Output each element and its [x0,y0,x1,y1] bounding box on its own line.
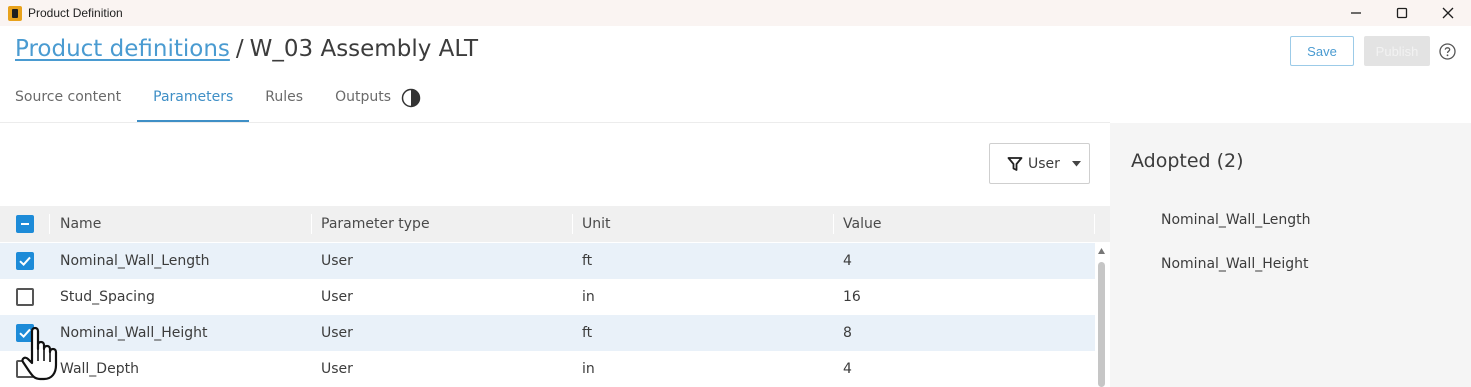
window-controls [1333,0,1471,26]
cell-unit: ft [582,325,593,341]
row-checkbox[interactable] [16,288,34,306]
publish-button[interactable]: Publish [1364,36,1430,66]
column-separator [311,214,312,234]
minimize-button[interactable] [1333,0,1379,26]
cell-unit: in [582,289,595,305]
breadcrumb-separator: / [235,36,244,62]
cell-value: 8 [843,325,852,341]
row-checkbox[interactable] [16,252,34,270]
save-button[interactable]: Save [1290,36,1354,66]
cell-parameter-type: User [321,325,353,341]
indeterminate-icon [21,223,29,225]
tab-source-content[interactable]: Source content [0,78,137,122]
cell-unit: in [582,361,595,377]
table-row[interactable]: Wall_Depth User in 4 [0,351,1095,387]
cell-name: Stud_Spacing [60,289,155,305]
tab-outputs-label: Outputs [335,89,391,105]
hand-pointer-cursor-icon [21,326,58,381]
cell-name: Wall_Depth [60,361,139,377]
scroll-up-arrow-icon[interactable] [1098,248,1105,254]
column-header-value[interactable]: Value [843,206,881,242]
filter-icon [1007,156,1023,171]
maximize-icon [1396,7,1408,19]
column-header-parameter-type[interactable]: Parameter type [321,206,430,242]
cell-parameter-type: User [321,361,353,377]
column-separator [572,214,573,234]
help-icon[interactable] [1439,43,1456,60]
cell-parameter-type: User [321,253,353,269]
adopted-title: Adopted (2) [1131,150,1244,172]
cell-parameter-type: User [321,289,353,305]
column-header-unit[interactable]: Unit [582,206,611,242]
column-separator [1094,214,1095,234]
cell-value: 4 [843,361,852,377]
chevron-down-icon [1071,160,1081,166]
table-header: Name Parameter type Unit Value [0,206,1110,242]
window-titlebar: Product Definition [0,0,1471,26]
filter-value: User [1028,155,1060,172]
maximize-button[interactable] [1379,0,1425,26]
table-row[interactable]: Nominal_Wall_Length User ft 4 [0,243,1095,279]
breadcrumb-link-product-definitions[interactable]: Product definitions [15,36,230,62]
cell-unit: ft [582,253,593,269]
window-title: Product Definition [28,6,123,20]
column-separator [833,214,834,234]
adopted-item[interactable]: Nominal_Wall_Height [1161,256,1309,272]
app-icon [8,5,22,21]
table-scrollbar[interactable] [1096,244,1107,387]
table-row[interactable]: Nominal_Wall_Height User ft 8 [0,315,1095,351]
cell-name: Nominal_Wall_Length [60,253,210,269]
filter-dropdown[interactable]: User [989,143,1090,184]
cell-name: Nominal_Wall_Height [60,325,208,341]
cell-value: 16 [843,289,861,305]
tab-bar: Source content Parameters Rules Outputs [0,78,437,122]
close-button[interactable] [1425,0,1471,26]
cell-value: 4 [843,253,852,269]
column-separator [49,214,50,234]
tab-rules[interactable]: Rules [249,78,319,122]
scrollbar-thumb[interactable] [1098,262,1105,387]
minimize-icon [1351,12,1361,14]
select-all-checkbox[interactable] [16,215,34,233]
page-title: W_03 Assembly ALT [249,36,479,62]
half-circle-status-icon [401,88,421,108]
adopted-item[interactable]: Nominal_Wall_Length [1161,212,1311,228]
breadcrumb: Product definitions / W_03 Assembly ALT [15,36,478,62]
tab-divider [0,122,1110,123]
tab-parameters[interactable]: Parameters [137,78,250,122]
tab-outputs[interactable]: Outputs [319,78,437,122]
adopted-panel: Adopted (2) Nominal_Wall_Length Nominal_… [1110,123,1471,387]
table-row[interactable]: Stud_Spacing User in 16 [0,279,1095,315]
checkmark-icon [19,256,31,267]
column-header-name[interactable]: Name [60,206,101,242]
close-icon [1442,7,1454,19]
